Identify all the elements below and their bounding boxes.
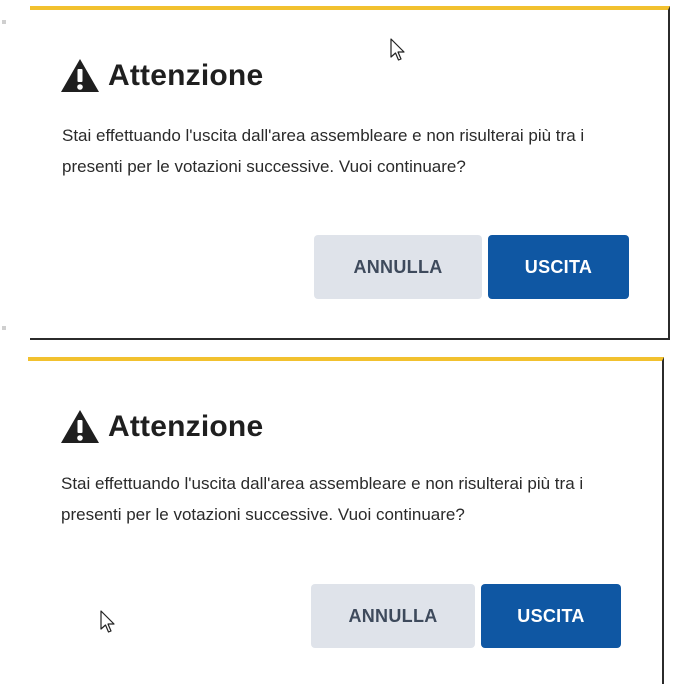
cancel-button[interactable]: ANNULLA: [311, 584, 475, 648]
dialog-message: Stai effettuando l'uscita dall'area asse…: [62, 126, 585, 176]
mouse-cursor-icon: [390, 38, 406, 62]
cancel-button[interactable]: ANNULLA: [314, 235, 482, 299]
warning-dialog: Attenzione Stai effettuando l'uscita dal…: [30, 6, 670, 340]
dialog-title-row: Attenzione: [60, 409, 263, 445]
edge-artifact: [2, 20, 6, 24]
mouse-cursor-icon: [100, 610, 116, 634]
dialog-title: Attenzione: [108, 410, 264, 443]
dialog-title-row: Attenzione: [60, 58, 263, 94]
warning-triangle-icon: [60, 409, 100, 445]
screenshot-stage: Attenzione Stai effettuando l'uscita dal…: [0, 0, 679, 684]
exit-button[interactable]: USCITA: [481, 584, 621, 648]
edge-artifact: [2, 326, 6, 330]
warning-dialog: Attenzione Stai effettuando l'uscita dal…: [28, 357, 664, 684]
warning-triangle-icon: [60, 58, 100, 94]
dialog-title: Attenzione: [108, 59, 264, 92]
dialog-message: Stai effettuando l'uscita dall'area asse…: [61, 474, 584, 524]
exit-button[interactable]: USCITA: [488, 235, 629, 299]
